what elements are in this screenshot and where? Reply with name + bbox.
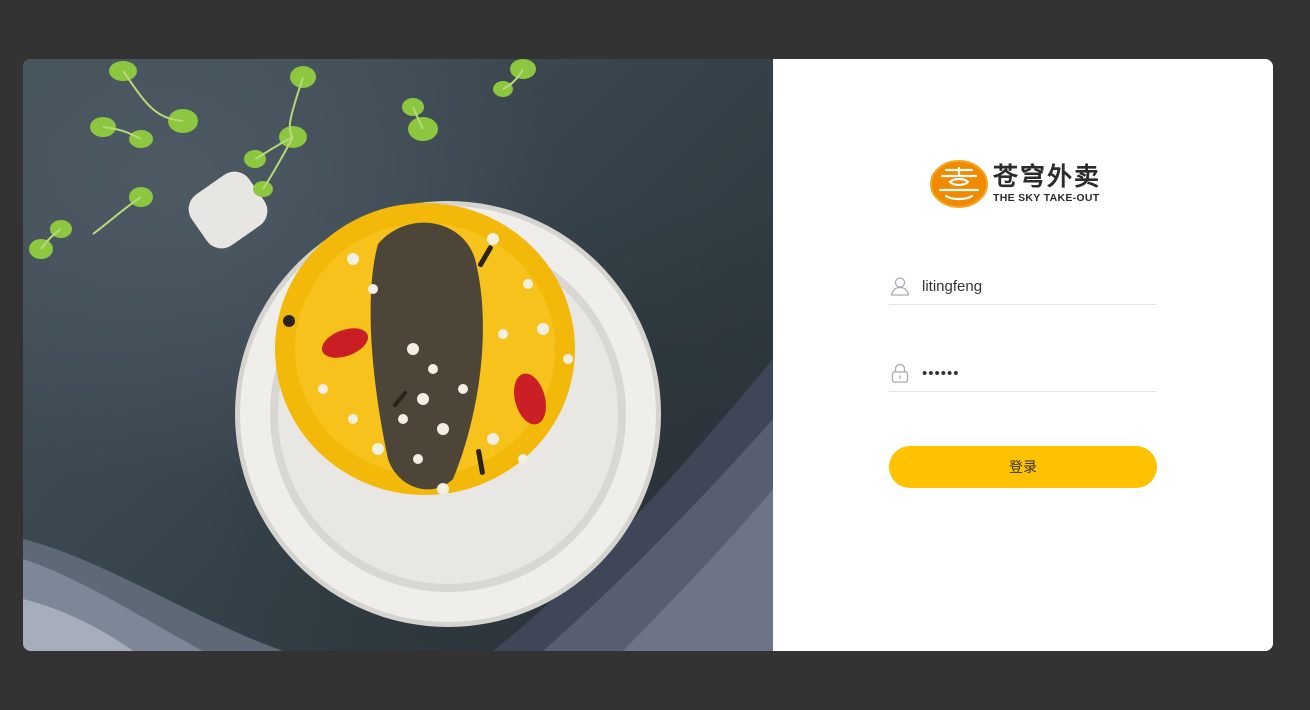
lock-icon <box>891 363 909 383</box>
password-field <box>889 355 1157 392</box>
food-photo <box>23 59 773 651</box>
user-icon <box>890 277 910 296</box>
brand-logo: 苍穹外卖 THE SKY TAKE-OUT <box>930 160 1101 208</box>
login-button[interactable]: 登录 <box>889 446 1157 488</box>
food-illustration <box>23 59 773 651</box>
username-field <box>889 268 1157 305</box>
login-card: 苍穹外卖 THE SKY TAKE-OUT 登录 <box>23 59 1273 651</box>
login-panel: 苍穹外卖 THE SKY TAKE-OUT 登录 <box>773 59 1273 651</box>
username-input[interactable] <box>922 277 1142 295</box>
brand-name-cn: 苍穹外卖 <box>993 162 1102 191</box>
password-input[interactable] <box>922 364 1142 382</box>
brand-badge-icon <box>930 160 988 208</box>
brand-name-en: THE SKY TAKE-OUT <box>993 192 1100 204</box>
